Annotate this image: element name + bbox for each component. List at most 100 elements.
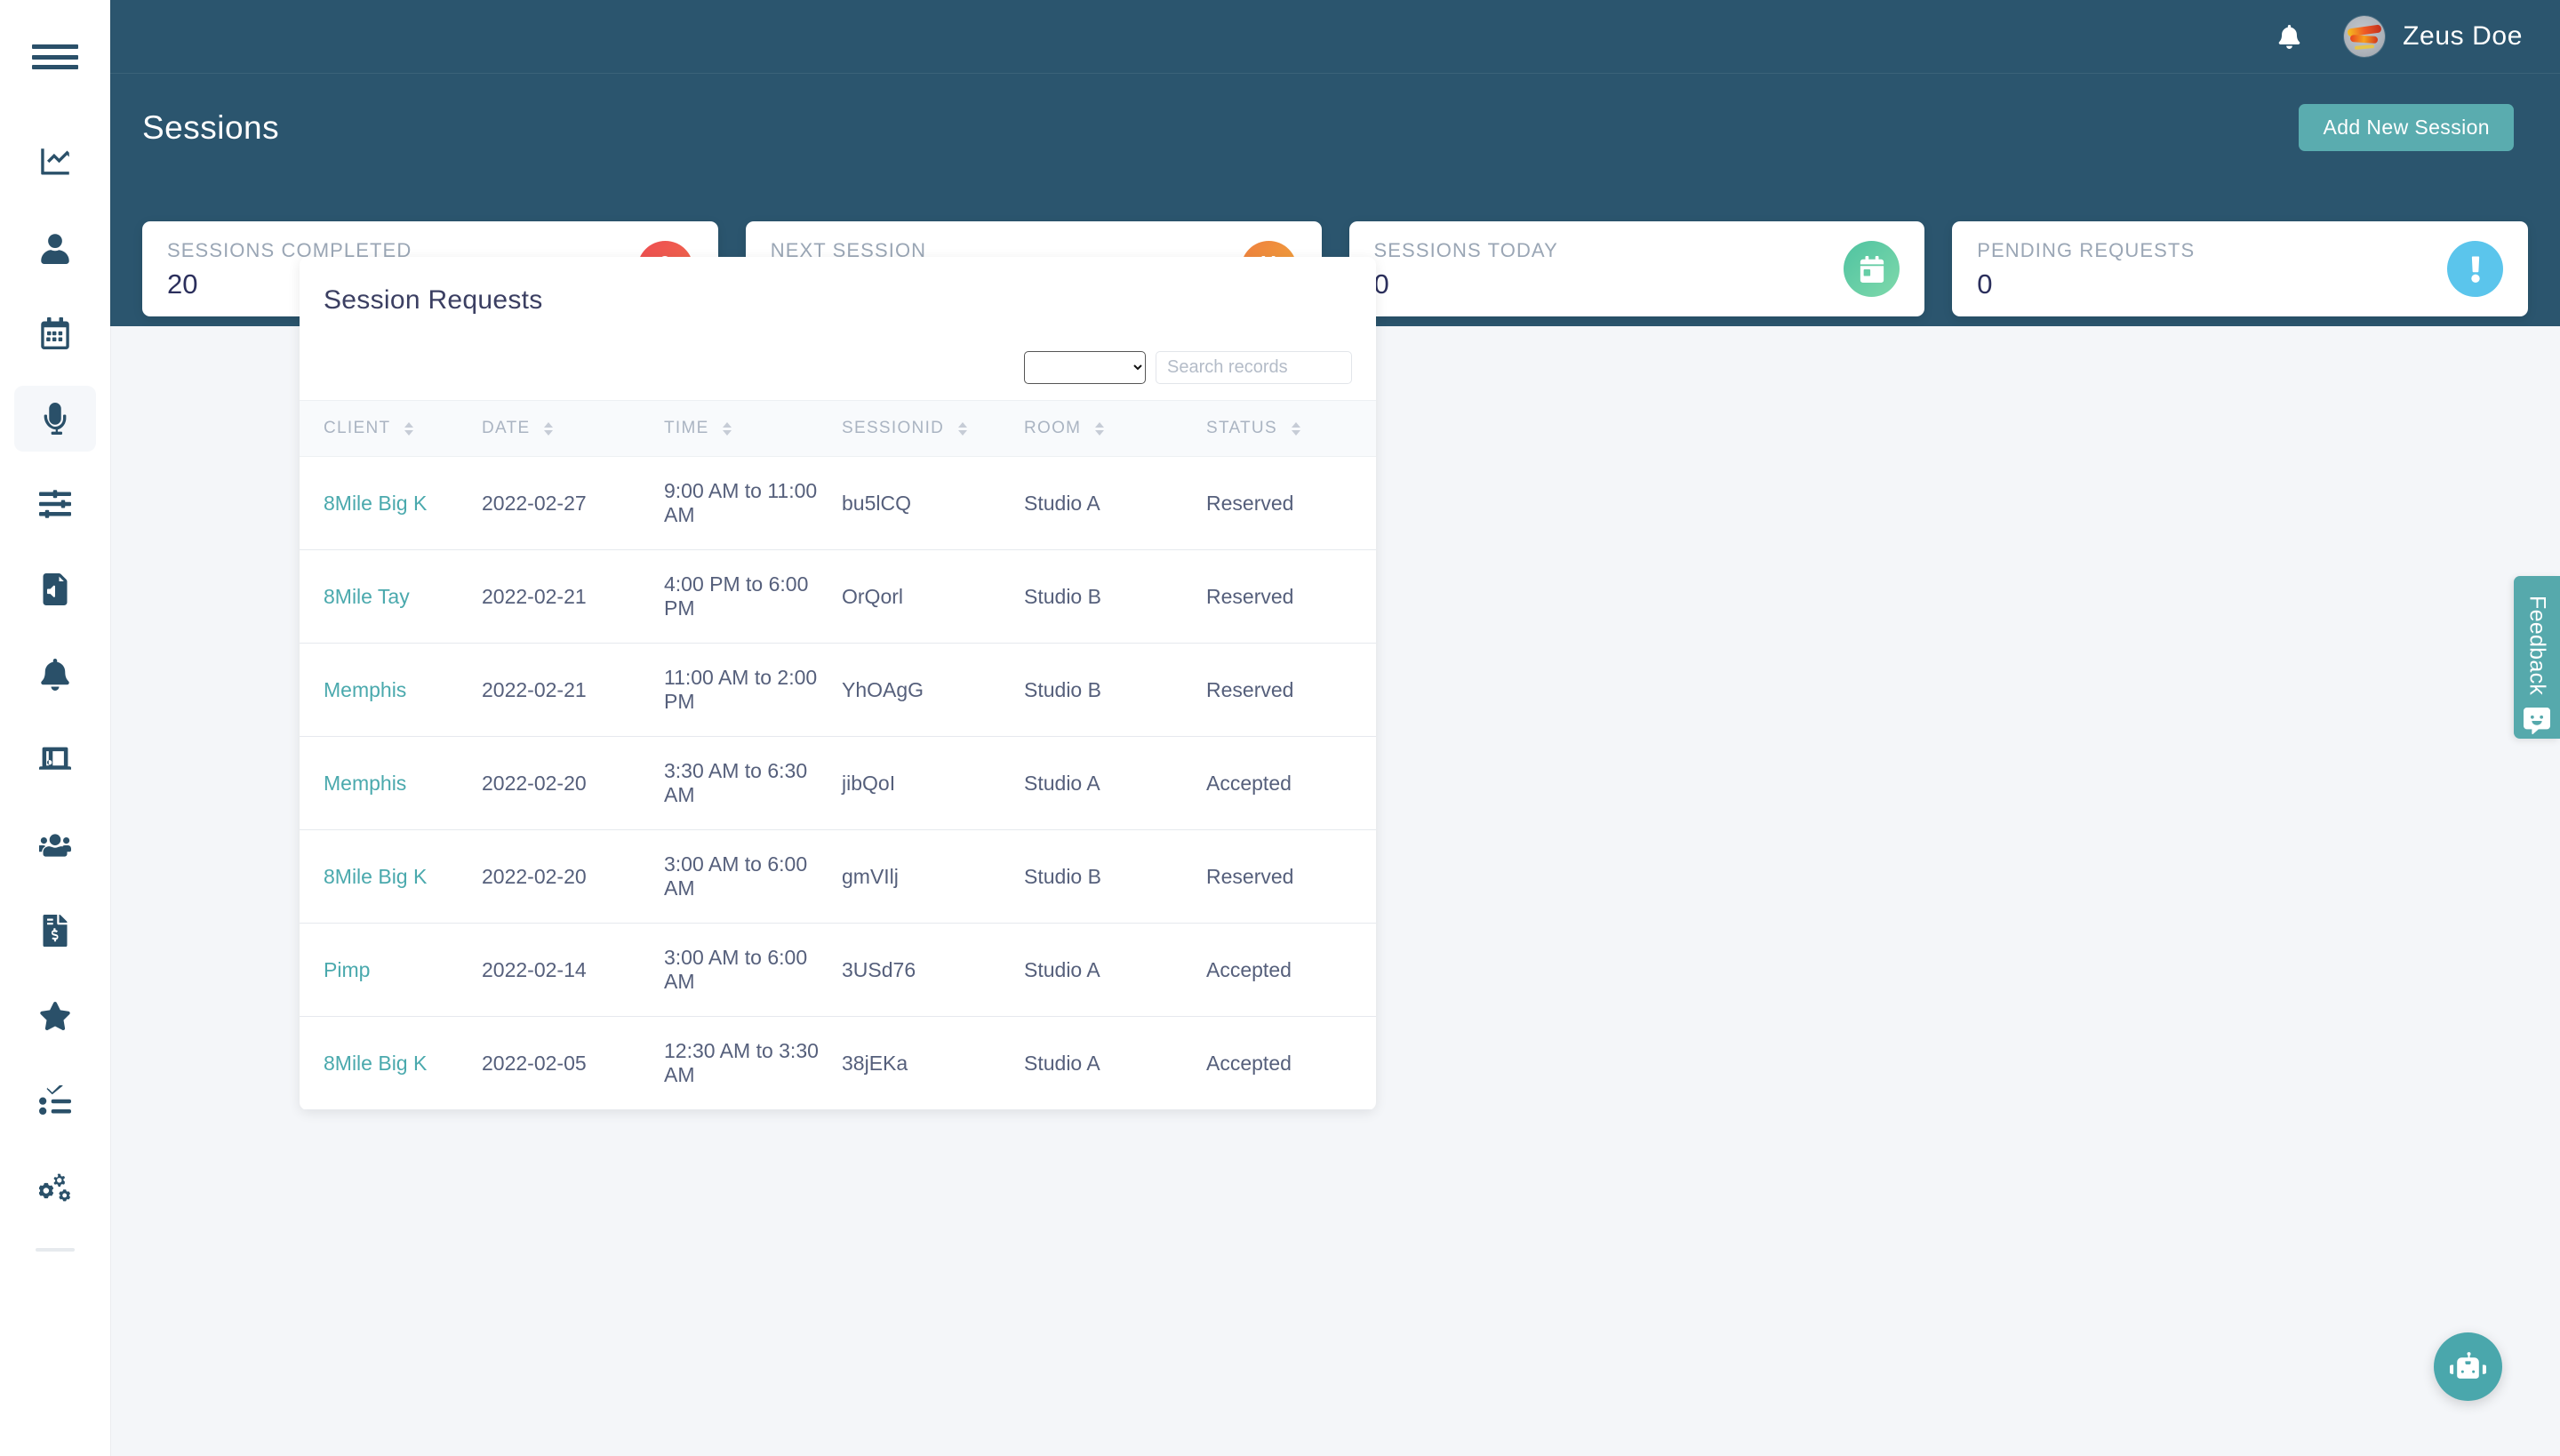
client-link[interactable]: Pimp (324, 958, 370, 981)
column-header-client[interactable]: CLIENT (300, 399, 482, 458)
robot-icon (2450, 1348, 2486, 1385)
chatbot-button[interactable] (2434, 1332, 2502, 1401)
cell-time: 4:00 PM to 6:00 PM (664, 549, 842, 644)
sidebar-item-notifications[interactable] (14, 642, 96, 708)
cell-date: 2022-02-14 (482, 923, 664, 1018)
sidebar-item-analytics[interactable] (14, 130, 96, 196)
microphone-icon (39, 403, 71, 435)
feedback-tab-button[interactable]: Feedback (2514, 576, 2560, 739)
cell-time: 12:30 AM to 3:30 AM (664, 1016, 842, 1111)
cogs-icon (39, 1171, 71, 1203)
sidebar-item-profile[interactable] (14, 215, 96, 281)
column-header-sessionid[interactable]: SESSIONID (842, 399, 1024, 458)
session-requests-panel: Session Requests 102550100 CLIENT DATE (300, 257, 1376, 1111)
add-new-session-button[interactable]: Add New Session (2299, 104, 2514, 151)
sidebar-item-audio-files[interactable] (14, 556, 96, 622)
sidebar-item-training[interactable] (14, 727, 96, 793)
client-link[interactable]: 8Mile Big K (324, 865, 427, 888)
cell-date: 2022-02-05 (482, 1016, 664, 1111)
bell-icon (2277, 24, 2301, 49)
cell-sessionid: gmVIlj (842, 829, 1024, 924)
cell-sessionid: OrQorl (842, 549, 1024, 644)
client-link[interactable]: 8Mile Tay (324, 585, 410, 608)
user-menu[interactable]: Zeus Doe (2344, 16, 2523, 57)
sort-icon (957, 421, 967, 436)
sidebar-item-settings[interactable] (14, 1154, 96, 1220)
client-link[interactable]: 8Mile Big K (324, 492, 427, 515)
cell-status: Reserved (1206, 549, 1376, 644)
sidebar-item-clients[interactable] (14, 812, 96, 878)
sort-icon (404, 421, 413, 436)
sidebar-item-tasks[interactable] (14, 1068, 96, 1134)
column-label: CLIENT (324, 419, 391, 437)
cell-room: Studio A (1024, 736, 1206, 831)
cell-status: Reserved (1206, 643, 1376, 738)
cell-client[interactable]: Memphis (300, 643, 482, 738)
cell-room: Studio A (1024, 923, 1206, 1018)
sort-icon (723, 421, 732, 436)
sidebar-item-calendar[interactable] (14, 300, 96, 366)
client-link[interactable]: Memphis (324, 678, 406, 701)
client-link[interactable]: 8Mile Big K (324, 1052, 427, 1075)
table-head: CLIENT DATE TIME SESSIONID ROOM STATUS (300, 399, 1376, 458)
table-row: 8Mile Big K 2022-02-05 12:30 AM to 3:30 AM… (300, 1016, 1376, 1111)
search-input[interactable] (1156, 351, 1352, 384)
menu-toggle-button[interactable] (32, 41, 78, 73)
top-bar: Zeus Doe (110, 0, 2560, 74)
cell-client[interactable]: 8Mile Tay (300, 549, 482, 644)
file-audio-icon (39, 573, 71, 605)
table-row: 8Mile Tay 2022-02-21 4:00 PM to 6:00 PM OrQ… (300, 549, 1376, 644)
sidebar-item-invoices[interactable] (14, 898, 96, 964)
column-label: SESSIONID (842, 419, 945, 437)
table-row: Memphis 2022-02-21 11:00 AM to 2:00 PM YhOA… (300, 643, 1376, 738)
table-row: 8Mile Big K 2022-02-27 9:00 AM to 11:00 AM… (300, 456, 1376, 551)
cell-client[interactable]: Memphis (300, 736, 482, 831)
burger-bar (32, 65, 78, 69)
cell-status: Reserved (1206, 456, 1376, 551)
cell-client[interactable]: 8Mile Big K (300, 1016, 482, 1111)
cell-time: 11:00 AM to 2:00 PM (664, 643, 842, 738)
file-invoice-dollar-icon (39, 915, 71, 947)
bell-icon (39, 659, 71, 691)
column-label: ROOM (1024, 419, 1082, 437)
cell-sessionid: YhOAgG (842, 643, 1024, 738)
sort-icon (544, 421, 554, 436)
client-link[interactable]: Memphis (324, 772, 406, 795)
session-requests-table: CLIENT DATE TIME SESSIONID ROOM STATUS 8… (300, 399, 1376, 1111)
notifications-button[interactable] (2277, 24, 2301, 49)
avatar (2344, 16, 2386, 57)
calendar-icon (39, 317, 71, 349)
cell-client[interactable]: 8Mile Big K (300, 456, 482, 551)
cell-date: 2022-02-27 (482, 456, 664, 551)
stat-card-label: SESSIONS TODAY (1373, 239, 1558, 262)
cell-status: Reserved (1206, 829, 1376, 924)
sidebar-item-mixing[interactable] (14, 471, 96, 537)
cell-time: 3:00 AM to 6:00 AM (664, 923, 842, 1018)
column-label: DATE (482, 419, 531, 437)
panel-title: Session Requests (324, 285, 543, 315)
exclamation-icon (2447, 241, 2503, 297)
cell-room: Studio B (1024, 549, 1206, 644)
column-header-room[interactable]: ROOM (1024, 399, 1206, 458)
column-header-time[interactable]: TIME (664, 399, 842, 458)
column-header-date[interactable]: DATE (482, 399, 664, 458)
tasks-icon (39, 1085, 71, 1117)
stat-card-label: PENDING REQUESTS (1977, 239, 2196, 262)
cell-room: Studio B (1024, 829, 1206, 924)
sidebar-item-sessions[interactable] (14, 386, 96, 452)
cell-sessionid: 38jEKa (842, 1016, 1024, 1111)
cell-date: 2022-02-21 (482, 549, 664, 644)
cell-status: Accepted (1206, 736, 1376, 831)
page-length-select[interactable]: 102550100 (1024, 351, 1146, 384)
stat-card-value: 0 (1373, 268, 1389, 300)
user-icon (39, 232, 71, 264)
cell-time: 3:00 AM to 6:00 AM (664, 829, 842, 924)
column-header-status[interactable]: STATUS (1206, 399, 1376, 458)
cell-room: Studio A (1024, 456, 1206, 551)
sidebar-item-favorites[interactable] (14, 983, 96, 1049)
cell-client[interactable]: 8Mile Big K (300, 829, 482, 924)
stat-card-sessions-today: SESSIONS TODAY 0 (1348, 221, 1925, 316)
cell-status: Accepted (1206, 1016, 1376, 1111)
cell-client[interactable]: Pimp (300, 923, 482, 1018)
cell-sessionid: 3USd76 (842, 923, 1024, 1018)
